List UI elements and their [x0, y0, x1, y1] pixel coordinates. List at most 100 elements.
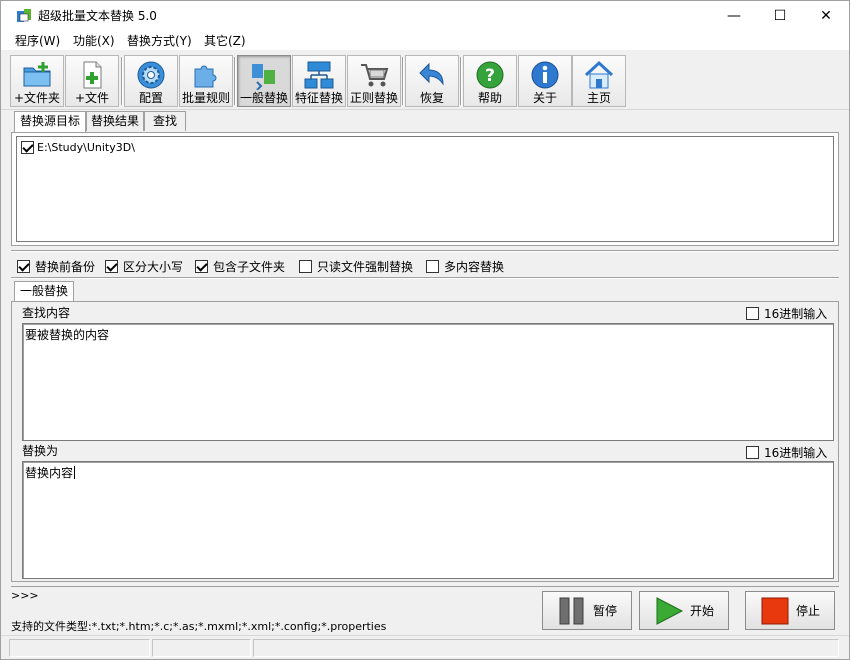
status-segment-1: [9, 639, 150, 657]
find-hex-checkbox[interactable]: [746, 306, 759, 320]
toolbar: +文件夹 +文件 配置 批量规则 一般替换 特征替换 正则替换 恢复 ? 帮助 …: [1, 52, 849, 110]
bottom-area: >>> 支持的文件类型:*.txt;*.htm;*.c;*.as;*.mxml;…: [11, 586, 839, 633]
replace-label: 替换为: [22, 444, 59, 458]
minimize-button[interactable]: —: [711, 1, 757, 31]
config-label: 配置: [138, 91, 163, 105]
backup-label: 替换前备份: [35, 259, 96, 274]
homepage-button[interactable]: 主页: [572, 55, 626, 107]
option-include-subfolders[interactable]: 包含子文件夹: [195, 258, 285, 274]
gear-icon: [137, 61, 165, 89]
replace-hex-checkbox[interactable]: [746, 445, 759, 459]
target-panel: E:\Study\Unity3D\: [11, 132, 839, 246]
info-icon: [531, 61, 559, 89]
app-window: 超级批量文本替换 5.0 — ☐ ✕ 程序(W) 功能(X) 替换方式(Y) 其…: [0, 0, 850, 660]
add-folder-button[interactable]: +文件夹: [10, 55, 64, 107]
find-hex-option[interactable]: 16进制输入: [746, 305, 827, 321]
find-input[interactable]: 要被替换的内容: [22, 323, 834, 441]
supported-types: 支持的文件类型:*.txt;*.htm;*.c;*.as;*.mxml;*.xm…: [11, 620, 387, 633]
replace-input[interactable]: 替换内容: [22, 461, 834, 579]
replace-hex-option[interactable]: 16进制输入: [746, 444, 827, 460]
replace-input-text: 替换内容: [25, 466, 74, 480]
network-icon: [304, 61, 334, 89]
case-sensitive-label: 区分大小写: [123, 259, 184, 274]
target-list[interactable]: E:\Study\Unity3D\: [16, 136, 834, 242]
batch-rules-button[interactable]: 批量规则: [179, 55, 233, 107]
target-checkbox[interactable]: [21, 140, 34, 154]
home-icon: [584, 60, 614, 89]
feature-replace-label: 特征替换: [294, 91, 343, 105]
find-hex-label: 16进制输入: [764, 306, 828, 321]
toolbar-separator: [234, 57, 236, 105]
menu-function[interactable]: 功能(X): [73, 33, 115, 49]
close-button[interactable]: ✕: [803, 1, 849, 31]
feature-replace-button[interactable]: 特征替换: [292, 55, 346, 107]
find-input-text: 要被替换的内容: [25, 328, 110, 342]
batch-rules-label: 批量规则: [181, 91, 230, 105]
menu-program[interactable]: 程序(W): [15, 33, 60, 49]
include-subfolders-checkbox[interactable]: [195, 259, 208, 273]
pause-label: 暂停: [592, 604, 617, 618]
find-label: 查找内容: [22, 306, 71, 320]
title-bar[interactable]: 超级批量文本替换 5.0 — ☐ ✕: [1, 1, 849, 31]
status-bar: [1, 635, 849, 659]
log-prompt: >>>: [11, 589, 39, 602]
pause-button[interactable]: 暂停: [542, 591, 632, 630]
config-button[interactable]: 配置: [124, 55, 178, 107]
start-button[interactable]: 开始: [639, 591, 729, 630]
about-button[interactable]: 关于: [518, 55, 572, 107]
tab-find[interactable]: 查找: [144, 111, 186, 131]
add-folder-label: +文件夹: [13, 91, 61, 105]
restore-button[interactable]: 恢复: [405, 55, 459, 107]
homepage-label: 主页: [586, 91, 611, 105]
minimize-icon: —: [727, 8, 741, 24]
option-multi-content[interactable]: 多内容替换: [426, 258, 504, 274]
swap-icon: [252, 64, 275, 90]
option-force-readonly[interactable]: 只读文件强制替换: [299, 258, 413, 274]
stop-button[interactable]: 停止: [745, 591, 835, 630]
about-label: 关于: [532, 91, 557, 105]
regex-replace-label: 正则替换: [349, 91, 398, 105]
puzzle-icon: [194, 65, 217, 88]
option-case-sensitive[interactable]: 区分大小写: [105, 258, 183, 274]
add-file-label: +文件: [74, 91, 110, 105]
target-path: E:\Study\Unity3D\: [37, 140, 135, 154]
help-icon: ?: [476, 61, 504, 89]
tab-replace-result[interactable]: 替换结果: [86, 111, 144, 131]
toolbar-separator: [402, 57, 404, 105]
backup-checkbox[interactable]: [17, 259, 30, 273]
play-icon: [656, 596, 684, 625]
close-icon: ✕: [820, 8, 832, 24]
stop-label: 停止: [795, 604, 820, 618]
case-sensitive-checkbox[interactable]: [105, 259, 118, 273]
list-item[interactable]: E:\Study\Unity3D\: [21, 140, 135, 154]
option-backup[interactable]: 替换前备份: [17, 258, 95, 274]
force-readonly-label: 只读文件强制替换: [317, 259, 414, 274]
status-segment-2: [152, 639, 251, 657]
start-label: 开始: [689, 604, 714, 618]
force-readonly-checkbox[interactable]: [299, 259, 312, 273]
cart-icon: [361, 64, 389, 87]
divider: [11, 250, 839, 252]
folder-add-icon: [23, 62, 51, 87]
multi-content-checkbox[interactable]: [426, 259, 439, 273]
restore-label: 恢复: [419, 91, 444, 105]
stop-icon: [761, 597, 789, 624]
app-logo-icon: [17, 9, 31, 22]
window-title: 超级批量文本替换 5.0: [38, 9, 157, 23]
menu-other[interactable]: 其它(Z): [204, 33, 246, 49]
maximize-icon: ☐: [773, 8, 787, 24]
tab-general-replace[interactable]: 一般替换: [14, 281, 74, 302]
divider: [11, 277, 839, 279]
tab-source-target[interactable]: 替换源目标: [14, 111, 86, 132]
pause-icon: [559, 597, 584, 624]
regex-replace-button[interactable]: 正则替换: [347, 55, 401, 107]
file-add-icon: [83, 61, 102, 89]
maximize-button[interactable]: ☐: [757, 1, 803, 31]
general-replace-label: 一般替换: [239, 91, 288, 105]
help-button[interactable]: ? 帮助: [463, 55, 517, 107]
general-replace-panel: 查找内容 16进制输入 要被替换的内容 替换为 16进制输入 替换内容: [11, 301, 839, 582]
add-file-button[interactable]: +文件: [65, 55, 119, 107]
toolbar-separator: [121, 57, 123, 105]
general-replace-button[interactable]: 一般替换: [237, 55, 291, 107]
menu-replace-mode[interactable]: 替换方式(Y): [127, 33, 192, 49]
